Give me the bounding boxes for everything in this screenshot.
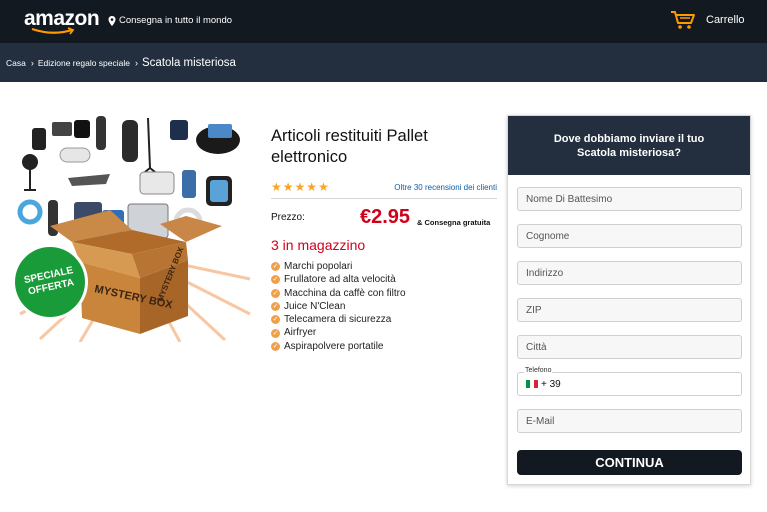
- top-header: amazon Consegna in tutto il mondo Carrel…: [0, 0, 767, 43]
- breadcrumb-current: Scatola misteriosa: [142, 56, 236, 69]
- feature-text: Airfryer: [284, 327, 317, 339]
- price-label: Prezzo:: [271, 212, 305, 223]
- breadcrumb-label: Casa: [6, 57, 26, 68]
- shipping-info: Consegna in tutto il mondo: [108, 15, 232, 26]
- shipping-text: Consegna in tutto il mondo: [119, 15, 233, 26]
- feature-text: Telecamera di sicurezza: [284, 314, 392, 326]
- breadcrumb-label: Edizione regalo speciale: [37, 57, 130, 68]
- feature-text: Aspirapolvere portatile: [284, 340, 384, 352]
- cart-label: Carrello: [706, 14, 745, 26]
- check-circle-icon: ✓: [271, 288, 280, 298]
- chevron-right-icon: ›: [30, 57, 34, 68]
- special-offer-badge: SPECIALE OFFERTA: [12, 244, 88, 320]
- check-circle-icon: ✓: [271, 302, 280, 312]
- breadcrumb-item-gift[interactable]: Edizione regalo speciale ›: [38, 58, 142, 68]
- feature-text: Frullatore ad alta velocità: [284, 274, 396, 286]
- product-image: MYSTERY BOX MYSTERY BOX SPECIALE OFFERTA: [12, 116, 251, 342]
- check-circle-icon: ✓: [271, 275, 280, 285]
- rating-row: ★ ★ ★ ★ ★ Oltre 30 recensioni dei client…: [271, 181, 497, 193]
- feature-list: ✓ Marchi popolari ✓ Frullatore ad alta vel…: [271, 260, 406, 353]
- stock-status: 3 in magazzino: [271, 237, 366, 253]
- reviews-link[interactable]: Oltre 30 recensioni dei clienti: [394, 183, 497, 192]
- city-field[interactable]: Città: [517, 335, 742, 359]
- feature-text: Marchi popolari: [284, 261, 353, 272]
- price-row: Prezzo: €2.95 & Consegna gratuita: [271, 206, 497, 230]
- form-heading: Dove dobbiamo inviare il tuo Scatola mis…: [508, 116, 750, 175]
- list-item: ✓ Marchi popolari: [271, 260, 406, 273]
- check-circle-icon: ✓: [271, 341, 280, 351]
- star-icon: ★: [282, 180, 294, 194]
- breadcrumb-item-home[interactable]: Casa ›: [6, 58, 38, 68]
- shipping-form: Dove dobbiamo inviare il tuo Scatola mis…: [507, 115, 751, 485]
- list-item: ✓ Aspirapolvere portatile: [271, 340, 406, 353]
- phone-label: Telefono: [524, 367, 553, 374]
- address-field[interactable]: Indirizzo: [517, 261, 742, 285]
- product-title: Articoli restituiti Pallet elettronico: [271, 127, 428, 166]
- list-item: ✓ Frullatore ad alta velocità: [271, 273, 406, 286]
- location-pin-icon: [108, 15, 116, 26]
- list-item: ✓ Juice N'Clean: [271, 300, 406, 313]
- delivery-text: & Consegna gratuita: [417, 218, 491, 227]
- star-icon: ★: [318, 180, 329, 194]
- star-icon: ★: [271, 180, 282, 194]
- list-item: ✓ Telecamera di sicurezza: [271, 313, 406, 326]
- star-icon: ★: [294, 180, 306, 194]
- product-info: Articoli restituiti Pallet elettronico ★…: [271, 126, 497, 352]
- breadcrumb: Casa › Edizione regalo speciale › Scatola …: [0, 43, 767, 82]
- list-item: ✓ Macchina da caffè con filtro: [271, 287, 406, 300]
- italy-flag-icon: [526, 380, 538, 388]
- zip-field[interactable]: ZIP: [517, 298, 742, 322]
- feature-text: Macchina da caffè con filtro: [284, 287, 406, 299]
- list-item: ✓ Airfryer: [271, 326, 406, 339]
- chevron-right-icon: ›: [135, 57, 138, 68]
- email-field[interactable]: E-Mail: [517, 409, 742, 433]
- check-circle-icon: ✓: [271, 328, 280, 338]
- last-name-field[interactable]: Cognome: [517, 224, 742, 248]
- cart-button[interactable]: Carrello: [670, 10, 745, 30]
- star-icon: ★: [306, 180, 318, 194]
- check-circle-icon: ✓: [271, 262, 280, 272]
- first-name-field[interactable]: Nome Di Battesimo: [517, 187, 742, 211]
- feature-text: Juice N'Clean: [284, 300, 346, 312]
- star-rating: ★ ★ ★ ★ ★: [271, 181, 329, 193]
- phone-prefix: + 39: [541, 378, 561, 390]
- cart-icon: [671, 11, 695, 29]
- divider: [271, 198, 497, 199]
- price-value: €2.95: [360, 206, 411, 228]
- continue-button[interactable]: CONTINUA: [517, 450, 742, 475]
- check-circle-icon: ✓: [271, 315, 280, 325]
- phone-field[interactable]: + 39: [517, 372, 742, 396]
- logo-smile-icon: [31, 27, 75, 35]
